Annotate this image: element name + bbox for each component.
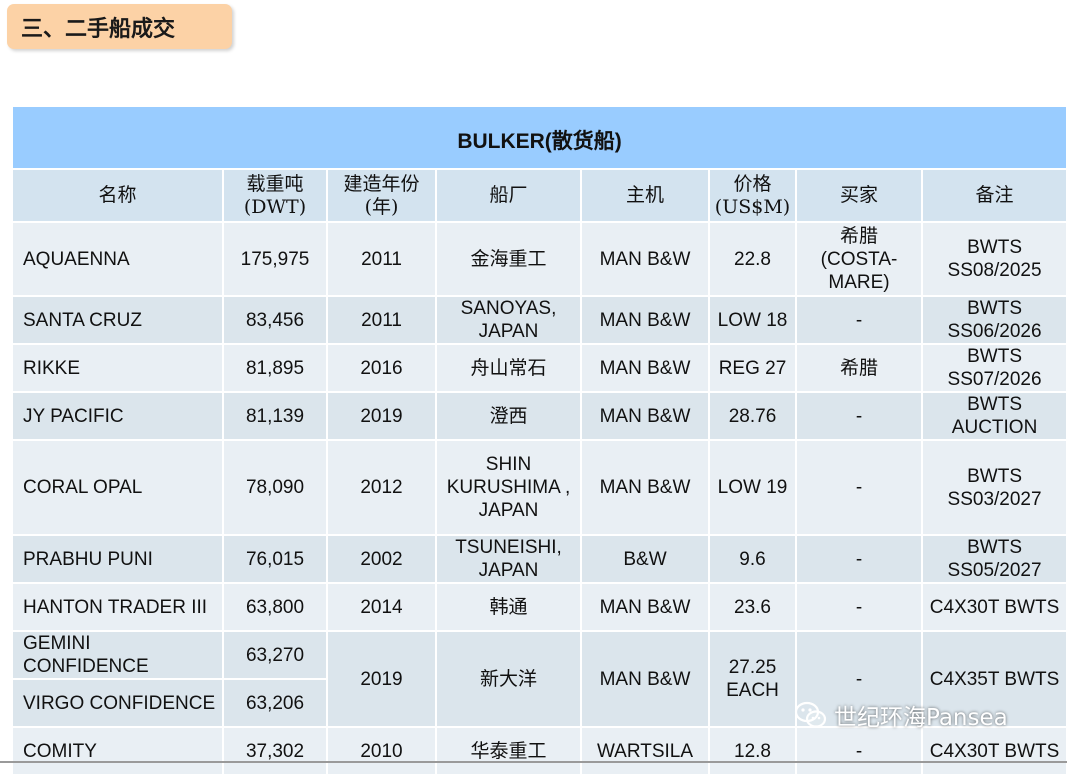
cell-yard: 金海重工 (435, 221, 582, 297)
cell-dwt: 63,800 (222, 582, 328, 632)
cell-dwt: 63,206 (222, 678, 328, 728)
cell-name: CORAL OPAL (11, 439, 224, 536)
cell-name: RIKKE (11, 343, 224, 393)
cell-engine-merged: MAN B&W (580, 630, 710, 728)
table-row: JY PACIFIC 81,139 2019 澄西 MAN B&W 28.76 … (11, 391, 1067, 441)
watermark: 世纪环海Pansea (794, 698, 1008, 732)
cell-buyer: - (795, 582, 923, 632)
bulker-table-container: BULKER(散货船) 名称 载重吨 (DWT) 建造年份 (年) 船厂 主机 价格… (10, 105, 1067, 776)
cell-buyer: - (795, 726, 923, 776)
cell-yard: SHIN KURUSHIMA , JAPAN (435, 439, 582, 536)
cell-year: 2010 (326, 726, 437, 776)
cell-buyer: - (795, 534, 923, 584)
cell-yard: 舟山常石 (435, 343, 582, 393)
cell-buyer: - (795, 439, 923, 536)
cell-dwt: 78,090 (222, 439, 328, 536)
col-header-buyer: 买家 (795, 168, 923, 223)
cell-yard-merged: 新大洋 (435, 630, 582, 728)
table-row: RIKKE 81,895 2016 舟山常石 MAN B&W REG 27 希腊… (11, 343, 1067, 393)
cell-remarks: C4X30T BWTS (920, 726, 1067, 776)
cell-name: VIRGO CONFIDENCE (11, 678, 224, 728)
wechat-icon (794, 701, 827, 728)
cell-year: 2016 (326, 343, 437, 393)
bulker-table: BULKER(散货船) 名称 载重吨 (DWT) 建造年份 (年) 船厂 主机 价格… (10, 105, 1067, 776)
cell-yard: TSUNEISHI, JAPAN (435, 534, 582, 584)
cell-engine: WARTSILA (580, 726, 710, 776)
cell-dwt: 81,895 (222, 343, 328, 393)
cell-engine: MAN B&W (580, 582, 710, 632)
table-row: GEMINI CONFIDENCE 63,270 2019 新大洋 MAN B&… (11, 630, 1067, 728)
col-header-engine: 主机 (580, 168, 710, 223)
cell-engine: MAN B&W (580, 439, 710, 536)
cell-year-merged: 2019 (326, 630, 437, 728)
cell-price-merged: 27.25 EACH (708, 630, 797, 728)
cell-year: 2012 (326, 439, 437, 536)
cell-remarks: BWTS SS06/2026 (920, 295, 1067, 345)
header-row: 名称 载重吨 (DWT) 建造年份 (年) 船厂 主机 价格 (US$M) 买家 备注 (11, 168, 1067, 223)
table-row: PRABHU PUNI 76,015 2002 TSUNEISHI, JAPAN… (11, 534, 1067, 584)
table-row: AQUAENNA 175,975 2011 金海重工 MAN B&W 22.8 … (11, 221, 1067, 297)
cell-engine: B&W (580, 534, 710, 584)
col-header-price: 价格 (US$M) (708, 168, 797, 223)
table-row: COMITY 37,302 2010 华泰重工 WARTSILA 12.8 - … (11, 726, 1067, 776)
watermark-text: 世纪环海Pansea (834, 705, 1008, 731)
cell-year: 2011 (326, 221, 437, 297)
cell-price: 28.76 (708, 391, 797, 441)
cell-name: PRABHU PUNI (11, 534, 224, 584)
cell-price: 12.8 (708, 726, 797, 776)
cell-price: REG 27 (708, 343, 797, 393)
cell-year: 2011 (326, 295, 437, 345)
cell-dwt: 175,975 (222, 221, 328, 297)
cell-buyer: - (795, 295, 923, 345)
table-row: SANTA CRUZ 83,456 2011 SANOYAS, JAPAN MA… (11, 295, 1067, 345)
cell-name: GEMINI CONFIDENCE (11, 630, 224, 680)
cell-name: HANTON TRADER III (11, 582, 224, 632)
cell-engine: MAN B&W (580, 221, 710, 297)
col-header-yard: 船厂 (435, 168, 582, 223)
table-row: HANTON TRADER III 63,800 2014 韩通 MAN B&W… (11, 582, 1067, 632)
cell-price: 22.8 (708, 221, 797, 297)
cell-buyer: 希腊 (COSTA- MARE) (795, 221, 923, 297)
table-title: BULKER(散货船) (10, 105, 1067, 170)
cell-dwt: 83,456 (222, 295, 328, 345)
cell-name: COMITY (11, 726, 224, 776)
cell-remarks: C4X30T BWTS (920, 582, 1067, 632)
cell-yard: SANOYAS, JAPAN (435, 295, 582, 345)
cell-remarks: BWTS SS05/2027 (920, 534, 1067, 584)
table-row: CORAL OPAL 78,090 2012 SHIN KURUSHIMA , … (11, 439, 1067, 536)
cell-dwt: 81,139 (222, 391, 328, 441)
cell-engine: MAN B&W (580, 295, 710, 345)
cell-yard: 华泰重工 (435, 726, 582, 776)
cell-name: JY PACIFIC (11, 391, 224, 441)
cell-engine: MAN B&W (580, 343, 710, 393)
cell-name: SANTA CRUZ (11, 295, 224, 345)
col-header-remarks: 备注 (920, 168, 1067, 223)
col-header-dwt: 载重吨 (DWT) (222, 168, 328, 223)
cell-dwt: 63,270 (222, 630, 328, 680)
cell-remarks: BWTS SS08/2025 (920, 221, 1067, 297)
cell-price: 23.6 (708, 582, 797, 632)
cell-buyer: - (795, 391, 923, 441)
cell-year: 2019 (326, 391, 437, 441)
cell-remarks: BWTS SS07/2026 (920, 343, 1067, 393)
cell-buyer: 希腊 (795, 343, 923, 393)
cell-remarks: BWTS AUCTION (920, 391, 1067, 441)
cell-dwt: 76,015 (222, 534, 328, 584)
cell-year: 2014 (326, 582, 437, 632)
cell-engine: MAN B&W (580, 391, 710, 441)
cell-price: LOW 18 (708, 295, 797, 345)
cell-name: AQUAENNA (11, 221, 224, 297)
cell-year: 2002 (326, 534, 437, 584)
bottom-divider (0, 761, 1067, 763)
col-header-year: 建造年份 (年) (326, 168, 437, 223)
cell-price: LOW 19 (708, 439, 797, 536)
section-title: 三、二手船成交 (7, 4, 232, 49)
cell-dwt: 37,302 (222, 726, 328, 776)
cell-price: 9.6 (708, 534, 797, 584)
cell-yard: 澄西 (435, 391, 582, 441)
cell-remarks: BWTS SS03/2027 (920, 439, 1067, 536)
col-header-name: 名称 (11, 168, 224, 223)
cell-yard: 韩通 (435, 582, 582, 632)
